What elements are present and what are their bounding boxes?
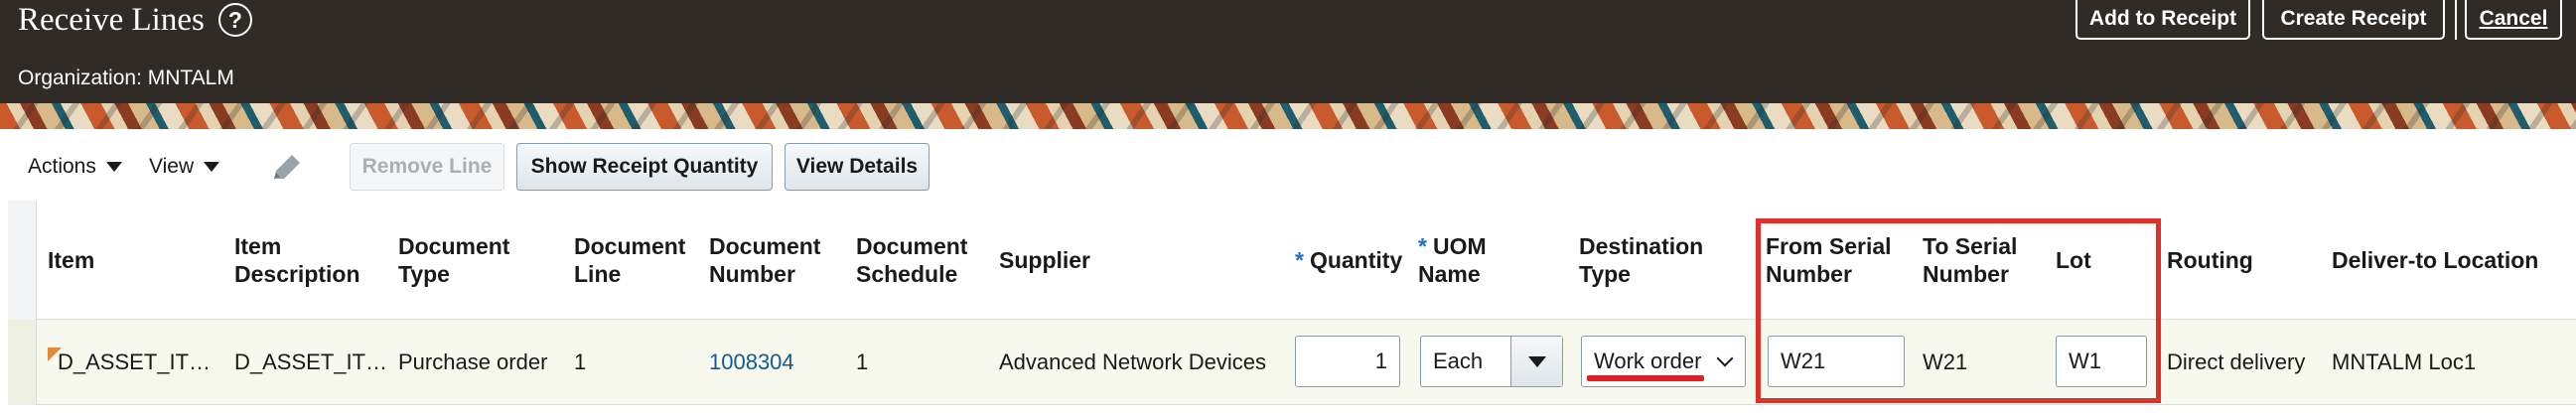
remove-line-button[interactable]: Remove Line	[350, 143, 504, 191]
view-menu-label: View	[149, 155, 195, 178]
pencil-icon[interactable]	[268, 151, 304, 187]
column-header-document-number[interactable]: Document Number	[709, 201, 820, 320]
required-marker: *	[1418, 233, 1427, 259]
column-label: Document	[856, 233, 968, 259]
column-label: UOM	[1432, 233, 1487, 259]
organization-label: Organization: MNTALM	[18, 67, 234, 89]
table-toolbar: Actions View Remove Line Show Receipt Qu…	[0, 141, 2576, 197]
uom-select-value: Each	[1433, 348, 1484, 373]
document-number-link[interactable]: 1008304	[709, 320, 794, 405]
cell-document-schedule: 1	[856, 349, 869, 374]
cell-document-line: 1	[574, 349, 587, 374]
column-label: Document	[709, 233, 821, 259]
column-label: Name	[1418, 261, 1481, 287]
column-header-item-description[interactable]: Item Description	[234, 201, 360, 320]
column-header-quantity[interactable]: * Quantity	[1295, 201, 1402, 320]
destination-type-value: Work order	[1594, 348, 1702, 373]
column-label: Schedule	[856, 261, 958, 287]
column-header-supplier[interactable]: Supplier	[999, 201, 1090, 320]
cell-item: D_ASSET_IT…	[58, 349, 212, 374]
column-header-deliver-to-location[interactable]: Deliver-to Location	[2332, 201, 2538, 320]
actions-menu-label: Actions	[28, 155, 96, 178]
view-details-button[interactable]: View Details	[785, 143, 930, 191]
column-label: Item	[48, 247, 95, 273]
caret-down-icon	[1527, 355, 1546, 367]
column-header-document-schedule[interactable]: Document Schedule	[856, 201, 967, 320]
column-label: Type	[1579, 261, 1631, 287]
annotation-underline	[1587, 375, 1704, 381]
header-divider	[2455, 0, 2457, 40]
view-menu[interactable]: View	[149, 155, 220, 179]
create-receipt-button[interactable]: Create Receipt	[2262, 0, 2445, 40]
table-row[interactable]: D_ASSET_IT… D_ASSET_IT… Purchase order 1…	[8, 320, 2576, 405]
column-label: Destination	[1579, 233, 1704, 259]
cell-document-type: Purchase order	[398, 349, 548, 374]
dropdown-button[interactable]	[1510, 337, 1562, 386]
column-header-item[interactable]: Item	[48, 201, 94, 320]
title-row: Receive Lines ?	[18, 0, 252, 40]
caret-down-icon	[105, 162, 122, 172]
uom-select[interactable]: Each	[1420, 336, 1563, 387]
column-header-document-line[interactable]: Document Line	[574, 201, 685, 320]
column-label: Deliver-to Location	[2332, 247, 2539, 273]
quantity-input[interactable]: 1	[1295, 336, 1400, 387]
cell-deliver-to-location: MNTALM Loc1	[2332, 349, 2477, 374]
column-label: Number	[709, 261, 795, 287]
add-to-receipt-button[interactable]: Add to Receipt	[2075, 0, 2250, 40]
decorative-banner	[0, 103, 2576, 129]
column-label: Supplier	[999, 247, 1091, 273]
column-label: Document	[398, 233, 510, 259]
required-marker: *	[1295, 247, 1304, 273]
receive-lines-table: Item Item Description Document Type Docu…	[8, 201, 2576, 405]
column-label: Description	[234, 261, 360, 287]
show-receipt-quantity-button[interactable]: Show Receipt Quantity	[516, 143, 773, 191]
actions-menu[interactable]: Actions	[28, 155, 122, 179]
column-label: Line	[574, 261, 622, 287]
column-header-destination-type[interactable]: Destination Type	[1579, 201, 1703, 320]
column-label: Quantity	[1309, 247, 1403, 273]
column-label: Routing	[2167, 247, 2253, 273]
column-header-routing[interactable]: Routing	[2167, 201, 2253, 320]
annotation-highlight-box	[1756, 218, 2161, 403]
cancel-button[interactable]: Cancel	[2465, 0, 2562, 40]
chevron-down-icon	[1716, 349, 1734, 367]
table-header-row: Item Item Description Document Type Docu…	[8, 201, 2576, 320]
column-label: Document	[574, 233, 686, 259]
column-header-uom-name[interactable]: * UOM Name	[1418, 201, 1487, 320]
page-title: Receive Lines	[18, 1, 205, 38]
cell-supplier: Advanced Network Devices	[999, 349, 1267, 374]
column-label: Item	[234, 233, 282, 259]
question-circle-icon[interactable]: ?	[217, 3, 252, 37]
cell-item-description: D_ASSET_IT…	[234, 349, 388, 374]
cell-routing: Direct delivery	[2167, 349, 2306, 374]
page-header: Receive Lines ? Organization: MNTALM Add…	[0, 0, 2576, 103]
column-label: Type	[398, 261, 450, 287]
column-header-document-type[interactable]: Document Type	[398, 201, 509, 320]
caret-down-icon	[204, 162, 220, 172]
